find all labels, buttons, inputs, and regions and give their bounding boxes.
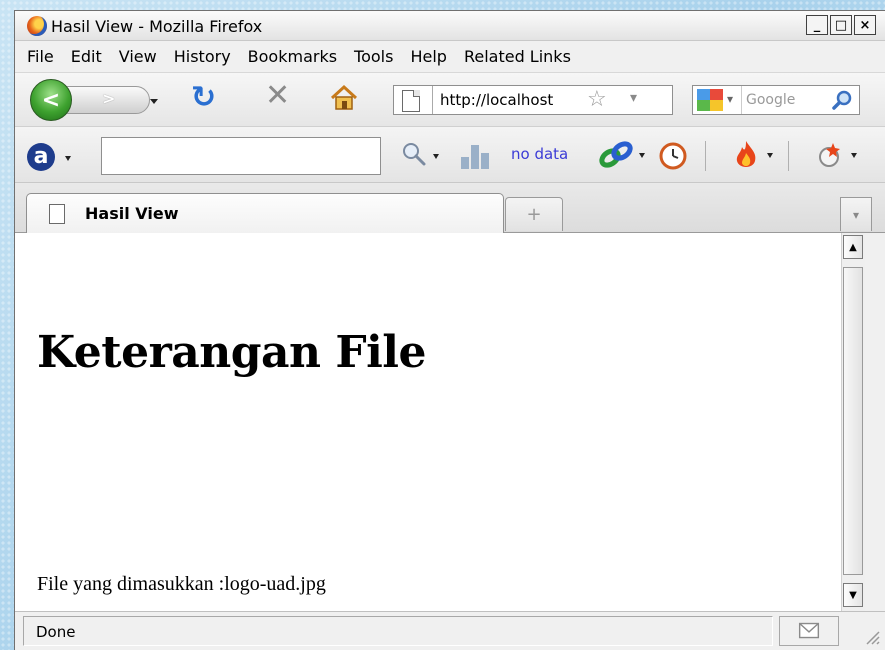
status-bar: Done	[15, 611, 885, 650]
traffic-rank-icon[interactable]	[461, 143, 491, 169]
menu-bar: File Edit View History Bookmarks Tools H…	[15, 41, 885, 73]
menu-bookmarks[interactable]: Bookmarks	[248, 47, 337, 66]
hot-dropdown-icon[interactable]	[767, 153, 773, 158]
toolbar-search-icon[interactable]	[401, 141, 427, 167]
close-button[interactable]: ×	[854, 15, 876, 35]
search-dropdown-icon[interactable]	[433, 154, 439, 159]
page-heading: Keterangan File	[37, 327, 427, 378]
hot-icon[interactable]	[731, 139, 761, 171]
magic-wand-icon[interactable]	[815, 139, 845, 171]
menu-help[interactable]: Help	[410, 47, 446, 66]
addon-toolbar: a no data	[15, 127, 885, 183]
forward-arrow-icon: >	[102, 89, 116, 108]
alexa-dropdown-icon[interactable]	[65, 156, 71, 161]
wand-dropdown-icon[interactable]	[851, 153, 857, 158]
related-links-icon[interactable]	[598, 139, 634, 171]
page-icon	[402, 90, 420, 112]
firefox-icon	[27, 16, 47, 36]
back-button[interactable]: <	[30, 79, 72, 121]
resize-grip-icon[interactable]	[862, 627, 880, 645]
arrow-up-icon: ▲	[849, 241, 857, 253]
search-input[interactable]: Google	[746, 92, 806, 108]
menu-edit[interactable]: Edit	[71, 47, 102, 66]
chevron-down-icon: ▾	[852, 207, 860, 222]
page-content: Keterangan File File yang dimasukkan :lo…	[15, 233, 841, 611]
minimize-button[interactable]: _	[806, 15, 828, 35]
menu-history[interactable]: History	[174, 47, 231, 66]
search-icon[interactable]	[831, 89, 853, 111]
home-icon[interactable]	[329, 83, 359, 113]
alexa-icon[interactable]: a	[27, 143, 55, 171]
menu-tools[interactable]: Tools	[354, 47, 393, 66]
url-bar[interactable]: http://localhost ☆ ▾	[393, 85, 673, 115]
maximize-button[interactable]: □	[830, 15, 852, 35]
search-bar[interactable]: ▾ Google	[692, 85, 860, 115]
browser-window: Hasil View - Mozilla Firefox _ □ × File …	[14, 10, 885, 650]
bookmark-star-icon[interactable]: ☆	[587, 87, 607, 113]
url-text[interactable]: http://localhost	[440, 91, 585, 109]
reload-icon[interactable]: ↻	[191, 83, 216, 113]
tab-page-icon	[49, 204, 65, 224]
vertical-scrollbar[interactable]: ▲ ▼	[841, 233, 865, 611]
window-title: Hasil View - Mozilla Firefox	[51, 17, 263, 36]
links-dropdown-icon[interactable]	[639, 153, 645, 158]
back-arrow-icon: <	[41, 87, 61, 113]
search-engine-dropdown-icon[interactable]: ▾	[727, 92, 733, 106]
menu-view[interactable]: View	[119, 47, 157, 66]
scroll-up-button[interactable]: ▲	[843, 235, 863, 259]
navigation-toolbar: > < ↻ ✕ http://localhost ☆ ▾ ▾ Google	[15, 73, 885, 127]
tab-hasil-view[interactable]: Hasil View	[26, 193, 504, 233]
gmail-notifier[interactable]	[779, 616, 839, 646]
tab-list-button[interactable]: ▾	[840, 197, 872, 231]
arrow-down-icon: ▼	[849, 589, 857, 601]
google-icon[interactable]	[697, 89, 723, 111]
traffic-rank-text[interactable]: no data	[511, 145, 568, 163]
menu-related-links[interactable]: Related Links	[464, 47, 571, 66]
tab-label: Hasil View	[85, 204, 179, 223]
scrollbar-thumb[interactable]	[843, 267, 863, 575]
history-dropdown-icon[interactable]	[150, 99, 158, 104]
file-info-text: File yang dimasukkan :logo-uad.jpg	[37, 573, 326, 595]
tab-strip: Hasil View + ▾	[15, 183, 885, 233]
gmail-icon[interactable]	[780, 617, 838, 645]
status-text: Done	[36, 623, 76, 641]
url-dropdown-icon[interactable]: ▾	[630, 90, 637, 106]
stop-icon[interactable]: ✕	[265, 81, 290, 111]
wayback-icon[interactable]	[657, 139, 689, 171]
scroll-down-button[interactable]: ▼	[843, 583, 863, 607]
menu-file[interactable]: File	[27, 47, 54, 66]
new-tab-button[interactable]: +	[505, 197, 563, 231]
title-bar: Hasil View - Mozilla Firefox _ □ ×	[15, 11, 885, 41]
toolbar-search-field[interactable]	[101, 137, 381, 175]
